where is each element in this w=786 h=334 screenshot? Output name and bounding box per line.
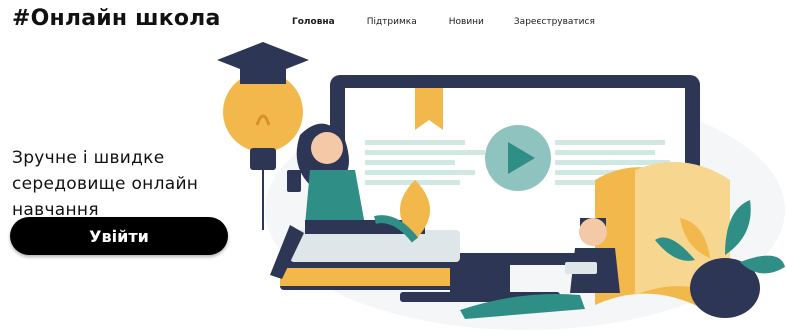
login-button[interactable]: Увійти xyxy=(10,217,228,255)
nav-item-news[interactable]: Новини xyxy=(449,17,484,27)
nav-item-support[interactable]: Підтримка xyxy=(367,17,417,27)
hero-line-1: Зручне і швидке xyxy=(12,148,165,168)
hero-line-2: середовище онлайн xyxy=(12,174,199,194)
nav-item-home[interactable]: Головна xyxy=(292,17,335,27)
tablet xyxy=(565,262,597,274)
nav-item-register[interactable]: Зареєструватися xyxy=(514,17,595,27)
hero-illustration xyxy=(217,42,785,330)
hero-text: Зручне і швидке середовище онлайн навчан… xyxy=(12,145,232,223)
woman-body xyxy=(305,170,365,225)
main-nav: Головна Підтримка Новини Зареєструватися xyxy=(292,17,595,27)
bulb-base xyxy=(250,148,276,170)
book-stack-middle xyxy=(290,230,460,262)
site-logo[interactable]: #Онлайн школа xyxy=(12,6,221,31)
